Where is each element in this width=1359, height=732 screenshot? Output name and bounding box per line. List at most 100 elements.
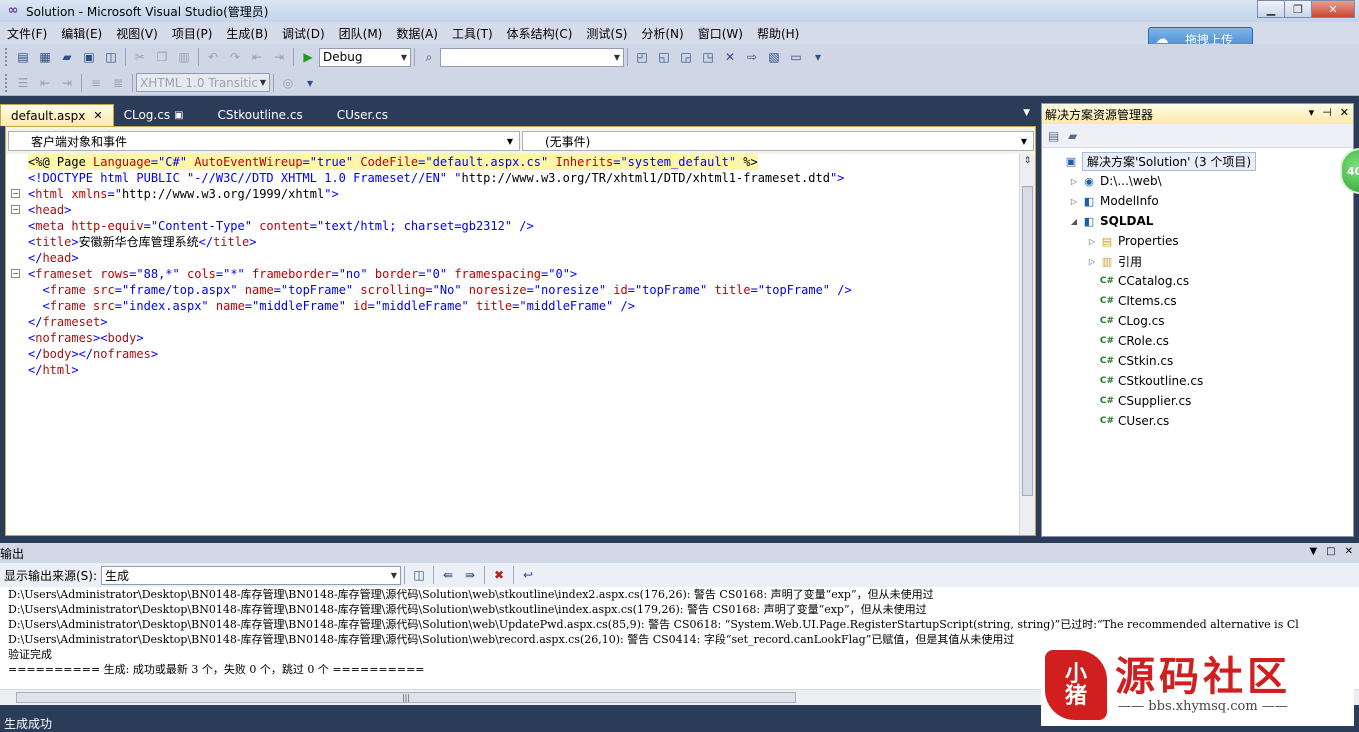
tree-item[interactable]: ▷ ◉ D:\...\web\ <box>1042 171 1353 191</box>
comment-icon[interactable]: ≡ <box>86 74 106 92</box>
expander-icon[interactable]: ▷ <box>1086 237 1098 246</box>
indent-icon[interactable]: ⇥ <box>57 74 77 92</box>
toolbar-grip[interactable] <box>5 73 9 92</box>
menu-build[interactable]: 生成(B) <box>219 25 275 42</box>
add-item-icon[interactable]: ▦ <box>35 48 55 66</box>
start-debugging-icon[interactable]: ▶ <box>298 48 318 66</box>
menu-edit[interactable]: 编辑(E) <box>54 25 109 42</box>
find-message-icon[interactable]: ◫ <box>409 566 429 584</box>
word-wrap-icon[interactable]: ↩ <box>518 566 538 584</box>
collapse-icon[interactable]: − <box>11 189 20 198</box>
client-objects-select[interactable]: 客户端对象和事件 ▼ <box>8 131 520 151</box>
menu-data[interactable]: 数据(A) <box>389 25 445 42</box>
tree-item[interactable]: C# CUser.cs <box>1042 411 1353 431</box>
tree-item[interactable]: C# CSupplier.cs <box>1042 391 1353 411</box>
navigate-forward-icon[interactable]: ⇥ <box>269 48 289 66</box>
solution-explorer-icon[interactable]: ◰ <box>632 48 652 66</box>
scrollbar-thumb[interactable] <box>1022 186 1033 496</box>
copy-icon[interactable]: ❐ <box>152 48 172 66</box>
show-all-files-icon[interactable]: ▰ <box>1068 129 1088 143</box>
tree-item[interactable]: C# CLog.cs <box>1042 311 1353 331</box>
tab-cuser-cs[interactable]: CUser.cs <box>327 104 398 126</box>
tree-item[interactable]: ▷ ▤ Properties <box>1042 231 1353 251</box>
command-window-icon[interactable]: ▭ <box>786 48 806 66</box>
tree-item[interactable]: C# CCatalog.cs <box>1042 271 1353 291</box>
tab-dropdown-icon[interactable]: ▼ <box>1023 108 1030 118</box>
minimize-button[interactable]: ▁ <box>1257 0 1285 18</box>
menu-help[interactable]: 帮助(H) <box>750 25 806 42</box>
pin-icon[interactable]: ⊣ <box>1322 106 1332 119</box>
maximize-icon[interactable]: □ <box>1326 546 1335 557</box>
tree-item[interactable]: C# CStkin.cs <box>1042 351 1353 371</box>
find-in-files-icon[interactable]: ⌕ <box>419 48 439 66</box>
menu-debug[interactable]: 调试(D) <box>275 25 332 42</box>
extension-icon[interactable]: ⇨ <box>742 48 762 66</box>
toolbox-icon[interactable]: ◳ <box>698 48 718 66</box>
undo-icon[interactable]: ↶ <box>203 48 223 66</box>
collapse-icon[interactable]: − <box>11 269 20 278</box>
toolbar-grip[interactable] <box>5 48 9 66</box>
window-position-icon[interactable]: ▾ <box>1309 106 1315 119</box>
save-icon[interactable]: ▣ <box>79 48 99 66</box>
tree-item[interactable]: ▷ ▥ 引用 <box>1042 251 1353 271</box>
tab-cstkoutline-cs[interactable]: CStkoutline.cs <box>208 104 313 126</box>
menu-team[interactable]: 团队(M) <box>332 25 390 42</box>
tree-item[interactable]: ▣ 解决方案'Solution' (3 个项目) <box>1042 151 1353 171</box>
toolbar-options-icon[interactable]: ▾ <box>300 74 320 92</box>
tree-item[interactable]: C# CRole.cs <box>1042 331 1353 351</box>
expander-icon[interactable]: ◢ <box>1068 217 1080 226</box>
menu-window[interactable]: 窗口(W) <box>691 25 750 42</box>
collapse-icon[interactable]: − <box>11 205 20 214</box>
next-message-icon[interactable]: ⇛ <box>460 566 480 584</box>
menu-tools[interactable]: 工具(T) <box>445 25 500 42</box>
expander-icon[interactable]: ▷ <box>1068 197 1080 206</box>
solution-configuration-select[interactable]: Debug ▼ <box>319 47 411 67</box>
close-button[interactable]: ✕ <box>1311 0 1355 18</box>
previous-message-icon[interactable]: ⇚ <box>438 566 458 584</box>
paste-icon[interactable]: ▥ <box>174 48 194 66</box>
menu-file[interactable]: 文件(F) <box>0 25 54 42</box>
close-icon[interactable]: ✕ <box>1340 106 1349 119</box>
start-page-icon[interactable]: ▧ <box>764 48 784 66</box>
open-file-icon[interactable]: ▰ <box>57 48 77 66</box>
tree-item[interactable]: C# CItems.cs <box>1042 291 1353 311</box>
close-icon[interactable]: ✕ <box>1345 546 1353 557</box>
menu-analyze[interactable]: 分析(N) <box>634 25 690 42</box>
properties-icon[interactable]: ▤ <box>1048 129 1068 143</box>
navigate-backward-icon[interactable]: ⇤ <box>247 48 267 66</box>
tree-item[interactable]: ▷ ◧ ModelInfo <box>1042 191 1353 211</box>
cut-icon[interactable]: ✂ <box>130 48 150 66</box>
outdent-icon[interactable]: ⇤ <box>35 74 55 92</box>
expander-icon[interactable]: ▷ <box>1068 177 1080 186</box>
toolbar-options-icon[interactable]: ▾ <box>808 48 828 66</box>
save-all-icon[interactable]: ◫ <box>101 48 121 66</box>
maximize-button[interactable]: ❐ <box>1284 0 1312 18</box>
tree-item[interactable]: ◢ ◧ SQLDAL <box>1042 211 1353 231</box>
scrollbar-thumb[interactable]: ||| <box>16 692 796 703</box>
vertical-scrollbar[interactable]: ⇕ <box>1019 154 1035 535</box>
splitter-icon[interactable]: ⇕ <box>1022 156 1033 168</box>
expander-icon[interactable]: ▷ <box>1086 257 1098 266</box>
clear-all-icon[interactable]: ✖ <box>489 566 509 584</box>
redo-icon[interactable]: ↷ <box>225 48 245 66</box>
menu-view[interactable]: 视图(V) <box>109 25 165 42</box>
validation-target-select[interactable]: XHTML 1.0 Transitic ▼ <box>136 73 270 92</box>
menu-architecture[interactable]: 体系结构(C) <box>500 25 580 42</box>
object-browser-icon[interactable]: ◲ <box>676 48 696 66</box>
browser-icon[interactable]: ◎ <box>278 74 298 92</box>
tab-default-aspx[interactable]: default.aspx ✕ <box>0 104 114 126</box>
format-document-icon[interactable]: ☰ <box>13 74 33 92</box>
new-project-icon[interactable]: ▤ <box>13 48 33 66</box>
code-text-area[interactable]: − − − <%@ Page Language="C#" AutoEventWi… <box>6 154 1035 535</box>
uncomment-icon[interactable]: ≣ <box>108 74 128 92</box>
find-combo[interactable]: ▼ <box>440 47 624 67</box>
close-icon[interactable]: ✕ <box>93 109 102 122</box>
tab-clog-cs[interactable]: CLog.cs ▣ <box>114 104 194 126</box>
window-position-icon[interactable]: ▼ <box>1309 546 1317 557</box>
tools-icon[interactable]: ✕ <box>720 48 740 66</box>
events-select[interactable]: (无事件) ▼ <box>522 131 1034 151</box>
properties-icon[interactable]: ◱ <box>654 48 674 66</box>
output-source-select[interactable]: 生成 ▼ <box>101 565 402 585</box>
tree-item[interactable]: C# CStkoutline.cs <box>1042 371 1353 391</box>
menu-project[interactable]: 项目(P) <box>165 25 220 42</box>
